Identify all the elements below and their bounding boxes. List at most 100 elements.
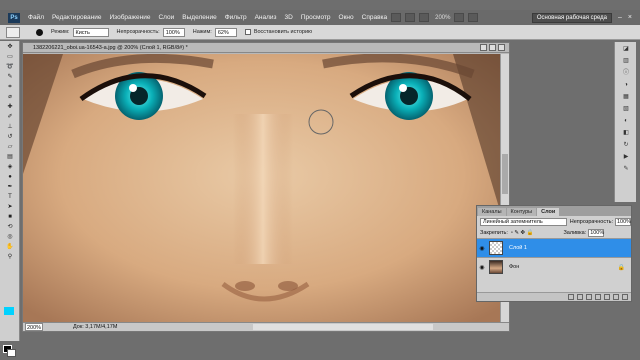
doc-zoom-field[interactable]: 200% [25, 323, 43, 331]
tab-layers[interactable]: Слои [537, 208, 560, 216]
zoom-tool-icon[interactable]: ⚲ [4, 253, 16, 261]
lasso-tool-icon[interactable]: ➰ [4, 63, 16, 71]
styles-icon[interactable]: ▧ [620, 105, 632, 114]
image-canvas[interactable] [23, 54, 501, 324]
pen-tool-icon[interactable]: ✒ [4, 183, 16, 191]
opacity-input[interactable]: 100% [162, 27, 185, 37]
swatches-icon[interactable]: ▦ [620, 93, 632, 102]
photoshop-logo: Ps [8, 12, 20, 23]
menu-view[interactable]: Просмотр [301, 14, 331, 21]
bridge-button[interactable] [391, 13, 402, 22]
marquee-tool-icon[interactable]: ▭ [4, 53, 16, 61]
blur-tool-icon[interactable]: ◈ [4, 163, 16, 171]
gradient-tool-icon[interactable]: ▤ [4, 153, 16, 161]
actions-icon[interactable]: ▶ [620, 153, 632, 162]
photoshop-app: Ps Файл Редактирование Изображение Слои … [0, 0, 640, 360]
scroll-thumb[interactable] [502, 154, 508, 194]
3d-camera-tool-icon[interactable]: ◎ [4, 233, 16, 241]
layer-opacity-input[interactable]: 100% [615, 217, 631, 226]
menu-filter[interactable]: Фильтр [225, 14, 247, 21]
doc-maximize-icon[interactable] [489, 44, 496, 51]
doc-size-info[interactable]: Док: 3,17M/4,17M [73, 323, 117, 331]
lock-icon: 🔒 [617, 264, 625, 271]
lock-label: Закрепить: [480, 229, 508, 236]
doc-close-icon[interactable] [498, 44, 505, 51]
menu-analysis[interactable]: Анализ [255, 14, 277, 21]
screen-mode-icon[interactable] [468, 13, 479, 22]
navigator-icon[interactable]: ◪ [620, 45, 632, 54]
eye-icon[interactable]: ◉ [477, 245, 487, 252]
lock-row: Закрепить: ▫ ✎ ✥ 🔒 Заливка: 100% [477, 227, 631, 238]
quick-mask-icon[interactable] [4, 307, 14, 315]
shape-tool-icon[interactable]: ■ [4, 213, 16, 221]
document-status-bar: 200% Док: 3,17M/4,17M [23, 322, 509, 331]
horizontal-scrollbar[interactable] [253, 324, 433, 330]
layer-style-icon[interactable] [577, 294, 583, 300]
menu-image[interactable]: Изображение [110, 14, 151, 21]
menu-layers[interactable]: Слои [158, 14, 174, 21]
eyedropper-tool-icon[interactable]: ⌀ [4, 93, 16, 101]
menu-file[interactable]: Файл [28, 14, 44, 21]
history-icon[interactable]: ↻ [620, 141, 632, 150]
histogram-icon[interactable]: ▥ [620, 57, 632, 66]
blend-mode-select[interactable]: Линейный затемнитель [480, 217, 567, 226]
new-layer-icon[interactable] [613, 294, 619, 300]
brush-preset-icon[interactable] [6, 26, 20, 38]
document-tab[interactable]: 1382206221_oboi.ua-16543-a.jpg @ 200% (С… [23, 43, 509, 53]
panel-tabs: Каналы Контуры Слои [477, 206, 631, 216]
add-mask-icon[interactable] [586, 294, 592, 300]
layer-opacity-label: Непрозрачность: [569, 218, 613, 225]
layer-row-layer1[interactable]: ◉ Слой 1 [477, 238, 631, 257]
mode-select[interactable]: Кисть [72, 27, 109, 37]
hand-tool-icon[interactable]: ✋ [4, 243, 16, 251]
doc-minimize-icon[interactable] [480, 44, 487, 51]
restore-history-checkbox[interactable] [244, 29, 251, 35]
arrange-documents-icon[interactable] [454, 13, 465, 22]
menu-select[interactable]: Выделение [182, 14, 216, 21]
close-icon[interactable]: × [628, 14, 632, 21]
background-color-swatch[interactable] [7, 349, 16, 357]
menu-help[interactable]: Справка [362, 14, 388, 21]
color-icon[interactable]: ◑ [620, 81, 632, 90]
workspace-button[interactable]: Основная рабочая среда [531, 12, 612, 23]
tab-paths[interactable]: Контуры [506, 208, 537, 216]
clone-stamp-tool-icon[interactable]: ⊥ [4, 123, 16, 131]
path-select-tool-icon[interactable]: ➤ [4, 203, 16, 211]
pressure-input[interactable]: 62% [214, 27, 237, 37]
menu-edit[interactable]: Редактирование [52, 14, 102, 21]
brushes-icon[interactable]: ✎ [620, 165, 632, 174]
menu-3d[interactable]: 3D [285, 14, 293, 21]
crop-tool-icon[interactable]: ⌗ [4, 83, 16, 91]
new-group-icon[interactable] [604, 294, 610, 300]
move-tool-icon[interactable]: ✥ [4, 43, 16, 51]
zoom-tool-icon[interactable] [419, 13, 430, 22]
quick-select-tool-icon[interactable]: ✎ [4, 73, 16, 81]
layer-name: Слой 1 [509, 245, 527, 251]
link-layers-icon[interactable] [568, 294, 574, 300]
brush-tool-icon[interactable]: ✐ [4, 113, 16, 121]
type-tool-icon[interactable]: T [4, 193, 16, 201]
opacity-label: Непрозрачность: [116, 29, 160, 35]
layer-row-background[interactable]: ◉ Фон 🔒 [477, 257, 631, 276]
3d-rotate-tool-icon[interactable]: ⟲ [4, 223, 16, 231]
info-icon[interactable]: ⓘ [620, 69, 632, 78]
dodge-tool-icon[interactable]: ● [4, 173, 16, 181]
hand-tool-icon[interactable] [405, 13, 416, 22]
lock-icons[interactable]: ▫ ✎ ✥ 🔒 [511, 230, 534, 236]
history-brush-tool-icon[interactable]: ↺ [4, 133, 16, 141]
adjustment-layer-icon[interactable] [595, 294, 601, 300]
delete-layer-icon[interactable] [622, 294, 628, 300]
minimize-icon[interactable]: – [618, 14, 622, 21]
zoom-level[interactable]: 200% [435, 15, 450, 21]
brush-size-icon[interactable] [36, 28, 43, 36]
masks-icon[interactable]: ◧ [620, 129, 632, 138]
eye-icon[interactable]: ◉ [477, 264, 487, 271]
tab-channels[interactable]: Каналы [478, 208, 506, 216]
menu-window[interactable]: Окно [339, 14, 354, 21]
layers-panel: Каналы Контуры Слои Линейный затемнитель… [476, 205, 632, 302]
healing-tool-icon[interactable]: ✚ [4, 103, 16, 111]
eraser-tool-icon[interactable]: ▱ [4, 143, 16, 151]
mode-label: Режим: [51, 29, 70, 35]
adjustments-icon[interactable]: ◐ [620, 117, 632, 126]
fill-input[interactable]: 100% [588, 228, 604, 237]
